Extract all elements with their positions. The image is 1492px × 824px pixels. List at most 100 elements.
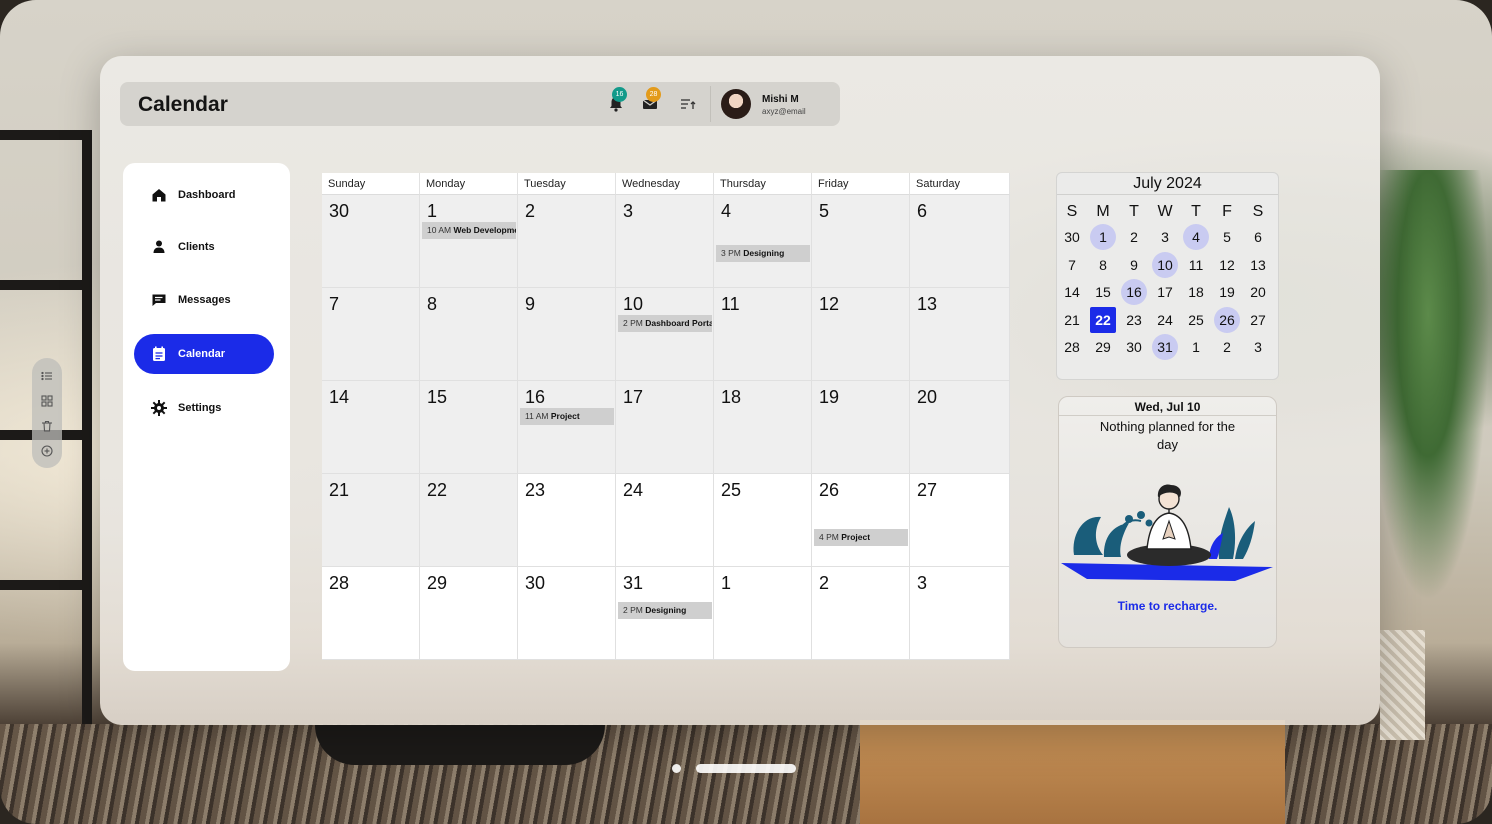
mini-day[interactable]: 15 bbox=[1090, 279, 1116, 305]
add-icon[interactable] bbox=[41, 444, 53, 457]
mini-day[interactable]: 14 bbox=[1059, 279, 1085, 305]
mini-day-today[interactable]: 22 bbox=[1090, 306, 1116, 333]
day-cell[interactable]: 110 AM Web Development bbox=[420, 195, 518, 288]
day-cell[interactable]: 9 bbox=[518, 288, 616, 381]
sort-button[interactable] bbox=[678, 94, 698, 114]
mini-day[interactable]: 11 bbox=[1183, 252, 1209, 278]
mini-day[interactable]: 12 bbox=[1214, 252, 1240, 278]
calendar-event[interactable]: 3 PM Designing bbox=[716, 245, 810, 262]
mini-day[interactable]: 13 bbox=[1245, 252, 1271, 278]
day-cell[interactable]: 22 bbox=[420, 474, 518, 567]
mini-day[interactable]: 17 bbox=[1152, 279, 1178, 305]
day-cell[interactable]: 11 bbox=[714, 288, 812, 381]
mini-day[interactable]: 2 bbox=[1214, 334, 1240, 360]
sidebar-item-settings[interactable]: Settings bbox=[134, 388, 274, 428]
list-icon[interactable] bbox=[41, 369, 53, 381]
calendar-event[interactable]: 2 PM Designing bbox=[618, 602, 712, 619]
mini-day[interactable]: 1 bbox=[1183, 334, 1209, 360]
mini-day[interactable]: 6 bbox=[1245, 224, 1271, 250]
day-cell[interactable]: 15 bbox=[420, 381, 518, 474]
mini-day[interactable]: 19 bbox=[1214, 279, 1240, 305]
sidebar-item-dashboard[interactable]: Dashboard bbox=[134, 175, 274, 215]
mini-day[interactable]: 3 bbox=[1245, 334, 1271, 360]
event-name: Web Development bbox=[453, 225, 516, 235]
day-cell[interactable]: 23 bbox=[518, 474, 616, 567]
window-bar-handle[interactable] bbox=[696, 764, 796, 773]
mini-day[interactable]: 30 bbox=[1059, 224, 1085, 250]
day-cell[interactable]: 12 bbox=[812, 288, 910, 381]
mini-day[interactable]: 4 bbox=[1183, 224, 1209, 250]
day-cell[interactable]: 19 bbox=[812, 381, 910, 474]
day-cell[interactable]: 6 bbox=[910, 195, 1010, 288]
day-cell[interactable]: 31 2 PM Designing bbox=[616, 567, 714, 660]
mini-day[interactable]: 25 bbox=[1183, 307, 1209, 333]
day-number: 23 bbox=[525, 480, 546, 500]
day-cell[interactable]: 1 bbox=[714, 567, 812, 660]
calendar-event[interactable]: 2 PM Dashboard Portal bbox=[618, 315, 712, 332]
event-time: 4 PM bbox=[819, 532, 839, 542]
day-cell[interactable]: 10 2 PM Dashboard Portal bbox=[616, 288, 714, 381]
mini-day[interactable]: 9 bbox=[1121, 252, 1147, 278]
day-cell[interactable]: 24 bbox=[616, 474, 714, 567]
grid-icon[interactable] bbox=[41, 394, 53, 407]
day-cell[interactable]: 21 bbox=[322, 474, 420, 567]
day-cell[interactable]: 26 4 PM Project bbox=[812, 474, 910, 567]
mini-day[interactable]: 7 bbox=[1059, 252, 1085, 278]
day-cell[interactable]: 18 bbox=[714, 381, 812, 474]
mini-day[interactable]: 29 bbox=[1090, 334, 1116, 360]
mini-day[interactable]: 27 bbox=[1245, 307, 1271, 333]
user-profile[interactable]: Mishi M axyz@email bbox=[710, 86, 838, 122]
sidebar-item-calendar[interactable]: Calendar bbox=[134, 334, 274, 374]
day-cell[interactable]: 29 bbox=[420, 567, 518, 660]
sidebar-item-clients[interactable]: Clients bbox=[134, 227, 274, 267]
day-cell[interactable]: 30 bbox=[322, 195, 420, 288]
day-cell[interactable]: 8 bbox=[420, 288, 518, 381]
sidebar-item-messages[interactable]: Messages bbox=[134, 280, 274, 320]
mini-day[interactable]: 24 bbox=[1152, 307, 1178, 333]
day-cell[interactable]: 7 bbox=[322, 288, 420, 381]
day-number: 31 bbox=[623, 573, 644, 593]
day-cell[interactable]: 17 bbox=[616, 381, 714, 474]
mini-day[interactable]: 31 bbox=[1152, 334, 1178, 360]
trash-icon[interactable] bbox=[41, 419, 53, 432]
mini-day[interactable]: 10 bbox=[1152, 251, 1178, 278]
mini-day[interactable]: 8 bbox=[1090, 252, 1116, 278]
calendar-event[interactable]: 4 PM Project bbox=[814, 529, 908, 546]
mini-day[interactable]: 3 bbox=[1152, 224, 1178, 250]
mini-day[interactable]: 23 bbox=[1121, 307, 1147, 333]
day-cell[interactable]: 28 bbox=[322, 567, 420, 660]
calendar-event[interactable]: 10 AM Web Development bbox=[422, 222, 516, 239]
mini-day[interactable]: 16 bbox=[1121, 279, 1147, 305]
mini-day[interactable]: 2 bbox=[1121, 224, 1147, 250]
day-number: 26 bbox=[819, 480, 840, 500]
day-cell[interactable]: 20 bbox=[910, 381, 1010, 474]
day-number: 29 bbox=[427, 573, 448, 593]
mini-day[interactable]: 20 bbox=[1245, 279, 1271, 305]
mini-day[interactable]: 1 bbox=[1090, 224, 1116, 250]
day-cell[interactable]: 2 bbox=[518, 195, 616, 288]
day-cell[interactable]: 30 bbox=[518, 567, 616, 660]
day-cell[interactable]: 16 11 AM Project bbox=[518, 381, 616, 474]
day-cell[interactable]: 2 bbox=[812, 567, 910, 660]
day-cell[interactable]: 13 bbox=[910, 288, 1010, 381]
day-cell[interactable]: 14 bbox=[322, 381, 420, 474]
day-cell[interactable]: 3 bbox=[910, 567, 1010, 660]
messages-button[interactable]: 28 bbox=[640, 87, 661, 114]
mini-day[interactable]: 28 bbox=[1059, 334, 1085, 360]
day-card-message: Nothing planned for the day bbox=[1099, 419, 1236, 452]
day-cell[interactable]: 25 bbox=[714, 474, 812, 567]
mini-day[interactable]: 26 bbox=[1214, 306, 1240, 333]
day-number: 27 bbox=[917, 480, 938, 500]
mini-day[interactable]: 5 bbox=[1214, 224, 1240, 250]
window-dot-handle[interactable] bbox=[672, 764, 681, 773]
event-name: Designing bbox=[645, 605, 687, 615]
day-cell[interactable]: 5 bbox=[812, 195, 910, 288]
calendar-event[interactable]: 11 AM Project bbox=[520, 408, 614, 425]
day-cell[interactable]: 27 bbox=[910, 474, 1010, 567]
day-cell[interactable]: 3 bbox=[616, 195, 714, 288]
notifications-button[interactable]: 16 bbox=[606, 87, 627, 114]
mini-day[interactable]: 21 bbox=[1059, 307, 1085, 333]
day-cell[interactable]: 4 3 PM Designing bbox=[714, 195, 812, 288]
mini-day[interactable]: 18 bbox=[1183, 279, 1209, 305]
mini-day[interactable]: 30 bbox=[1121, 334, 1147, 360]
